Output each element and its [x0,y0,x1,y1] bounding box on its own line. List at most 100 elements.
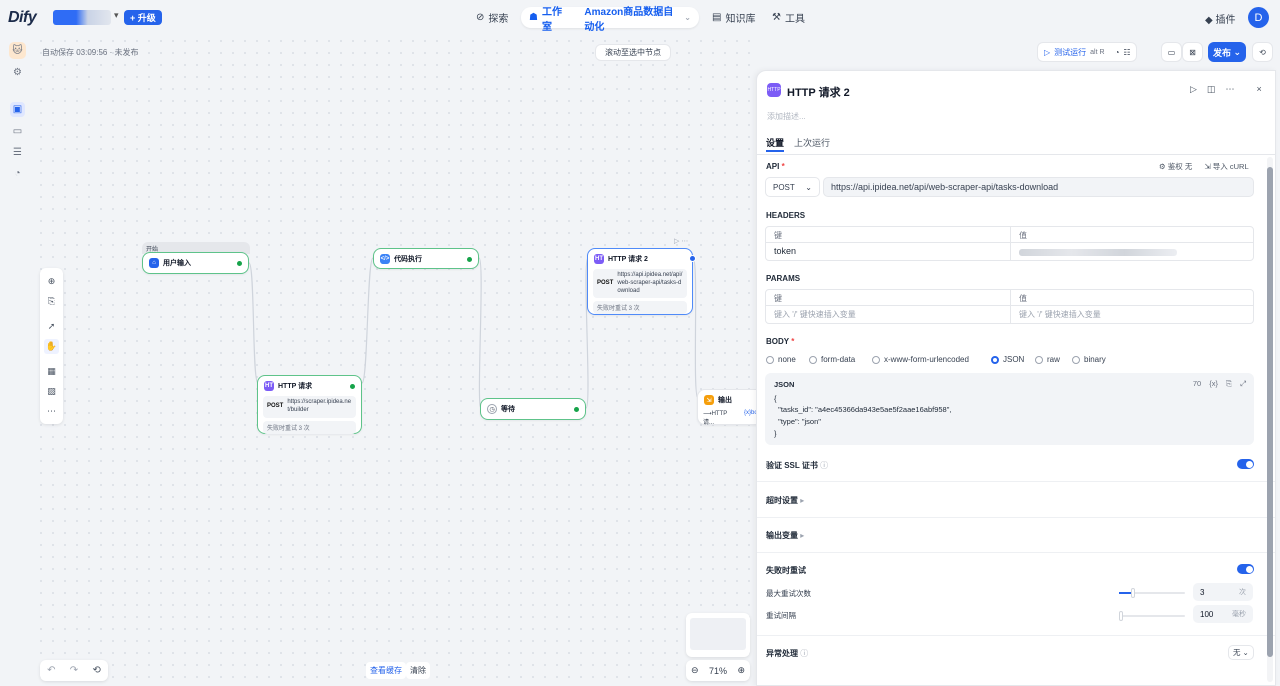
auth-button[interactable]: ⚙ 鉴权 无 [1159,161,1192,172]
version-history-button[interactable]: ⟲ [1252,42,1273,62]
minimap[interactable] [686,613,750,657]
publish-button[interactable]: 发布 ⌄ [1208,42,1246,62]
tab-settings[interactable]: 设置 [766,136,784,149]
panel-title[interactable]: HTTP 请求 2 [787,84,850,100]
node-user-input[interactable]: ⌂ 用户输入 [142,252,249,274]
retry-interval-input[interactable]: 100 毫秒 [1193,605,1253,623]
node-wait[interactable]: ◷ 等待 [480,398,586,420]
import-icon: ⇲ [1204,162,1213,171]
headers-table: 键值 token [765,226,1254,261]
retry-interval-slider[interactable] [1119,611,1185,621]
max-retries-slider[interactable] [1119,588,1185,598]
layout-icon[interactable]: ▦ [44,364,59,379]
chevron-down-icon: ⌄ [1233,46,1242,57]
header-value-input[interactable] [1011,243,1253,260]
edge-code-wait [478,257,482,409]
add-node-icon[interactable]: ⊕ [44,274,59,289]
ssl-toggle[interactable] [1237,459,1254,469]
body-label: BODY * [766,337,795,346]
redo-icon[interactable]: ↷ [70,665,78,676]
json-line: "tasks_id": "a4ec45366da943e5ae5f2aae16a… [774,405,952,415]
body-type-form-data[interactable]: form-data [809,355,855,364]
error-handling-label: 异常处理 ⓘ [766,649,809,658]
note-icon[interactable]: ⎘ [44,294,59,309]
body-type-raw[interactable]: raw [1035,355,1060,364]
description-input[interactable]: 添加描述... [767,111,806,122]
status-success-icon [574,406,579,412]
history-run-icon[interactable]: ◔ [1115,48,1120,57]
zoom-in-icon[interactable]: ⊕ [737,665,745,676]
edge-start-http1 [248,262,259,384]
table-row: token [766,243,1253,260]
retry-toggle[interactable] [1237,564,1254,574]
variable-insert-icon[interactable]: {x} [1209,378,1218,390]
run-node-icon[interactable]: ▷ [1190,84,1197,95]
node-code-exec[interactable]: </> 代码执行 [373,248,479,269]
max-retries-input[interactable]: 3次 [1193,583,1253,601]
undo-icon[interactable]: ↶ [47,665,55,676]
env-variables-button[interactable]: ▭ [1161,42,1182,62]
body-type-binary[interactable]: binary [1072,355,1106,364]
node-http-request-2[interactable]: HT HTTP 请求 2 POST https://api.ipidea.net/a… [587,248,696,315]
param-value-input[interactable]: 键入 '/' 键快速插入变量 [1011,306,1253,323]
cache-controls: 查看缓存 清除 [366,662,430,679]
info-icon: ⓘ [820,461,829,470]
edge-http2-output [692,257,699,399]
more-icon[interactable]: ⋯ [44,404,59,419]
add-next-handle[interactable] [689,255,696,262]
retry-interval-label: 重试间隔 [766,611,796,620]
more-icon[interactable]: ⋯ [1225,84,1234,95]
node-http-request-1[interactable]: HT HTTP 请求 POST https://scraper.ipidea.net… [257,375,362,434]
header-key-input[interactable]: token [766,243,1011,260]
method-select[interactable]: POST ⌄ [765,177,820,197]
split-view-icon[interactable]: ◫ [1207,84,1216,95]
image-export-icon[interactable]: ▨ [44,384,59,399]
body-type-json[interactable]: JSON [991,355,1024,364]
zoom-control: ⊖ 71% ⊕ [686,660,750,681]
avatar[interactable]: D [1248,7,1269,28]
copy-icon[interactable]: ⎘ [1226,378,1232,390]
body-type-urlencoded[interactable]: x-www-form-urlencoded [872,355,969,364]
checklist-icon[interactable]: ☷ [1123,48,1130,57]
status-success-icon [467,256,472,262]
zoom-out-icon[interactable]: ⊖ [691,665,699,676]
zoom-level[interactable]: 71% [709,666,727,676]
conversation-vars-button[interactable]: ⊠ [1182,42,1203,62]
scroll-to-selected-button[interactable]: 滚动至选中节点 [595,44,671,61]
node-actions[interactable]: ▷ ⋯ [674,237,688,245]
clear-button[interactable]: 清除 [406,662,430,679]
test-run-button[interactable]: 测试运行 [1054,47,1086,58]
panel-scrollbar[interactable] [1267,157,1273,682]
nav-tools[interactable]: ⚒ 工具 [764,7,813,28]
output-variables[interactable]: 输出变量 ▸ [766,530,804,541]
tab-last-run[interactable]: 上次运行 [794,136,830,149]
params-table: 键值 键入 '/' 键快速插入变量 键入 '/' 键快速插入变量 [765,289,1254,324]
http-icon: HT [264,381,274,391]
url-input[interactable]: https://api.ipidea.net/api/web-scraper-a… [823,177,1254,197]
body-type-none[interactable]: none [766,355,796,364]
params-label: PARAMS [766,274,801,283]
blurred-token [1019,249,1177,256]
chevron-down-icon: ⌄ [1242,648,1249,657]
env-icon: ▭ [1167,47,1176,57]
play-icon: ▷ [1044,47,1051,57]
gear-icon: ⚙ [1159,162,1168,171]
history-icon[interactable]: ⟲ [92,665,100,676]
plugins-link[interactable]: ◆ 插件 [1205,11,1235,26]
hand-icon[interactable]: ✋ [44,339,59,354]
info-icon: ⓘ [800,649,809,658]
autosave-status: 自动保存 03:09:56 · 未发布 [42,48,139,57]
import-curl-button[interactable]: ⇲ 导入 cURL [1204,161,1248,172]
view-cache-button[interactable]: 查看缓存 [366,662,406,679]
close-icon[interactable]: × [1256,84,1261,95]
pointer-icon[interactable]: ➚ [44,319,59,334]
node-config-panel: HTTP HTTP 请求 2 ▷ ◫ ⋯ × 添加描述... 设置 上次运行 A… [756,70,1276,686]
history-icon: ⟲ [1259,47,1266,57]
json-editor[interactable]: JSON 70 {x} ⎘ ⤢ { "tasks_id": "a4ec45366… [765,373,1254,445]
expand-icon[interactable]: ⤢ [1240,378,1246,390]
table-header-row: 键值 [766,290,1253,306]
error-handling-select[interactable]: 无 ⌄ [1228,645,1254,660]
timeout-settings[interactable]: 超时设置 ▸ [766,495,804,506]
home-icon: ⌂ [149,258,159,268]
param-key-input[interactable]: 键入 '/' 键快速插入变量 [766,306,1011,323]
